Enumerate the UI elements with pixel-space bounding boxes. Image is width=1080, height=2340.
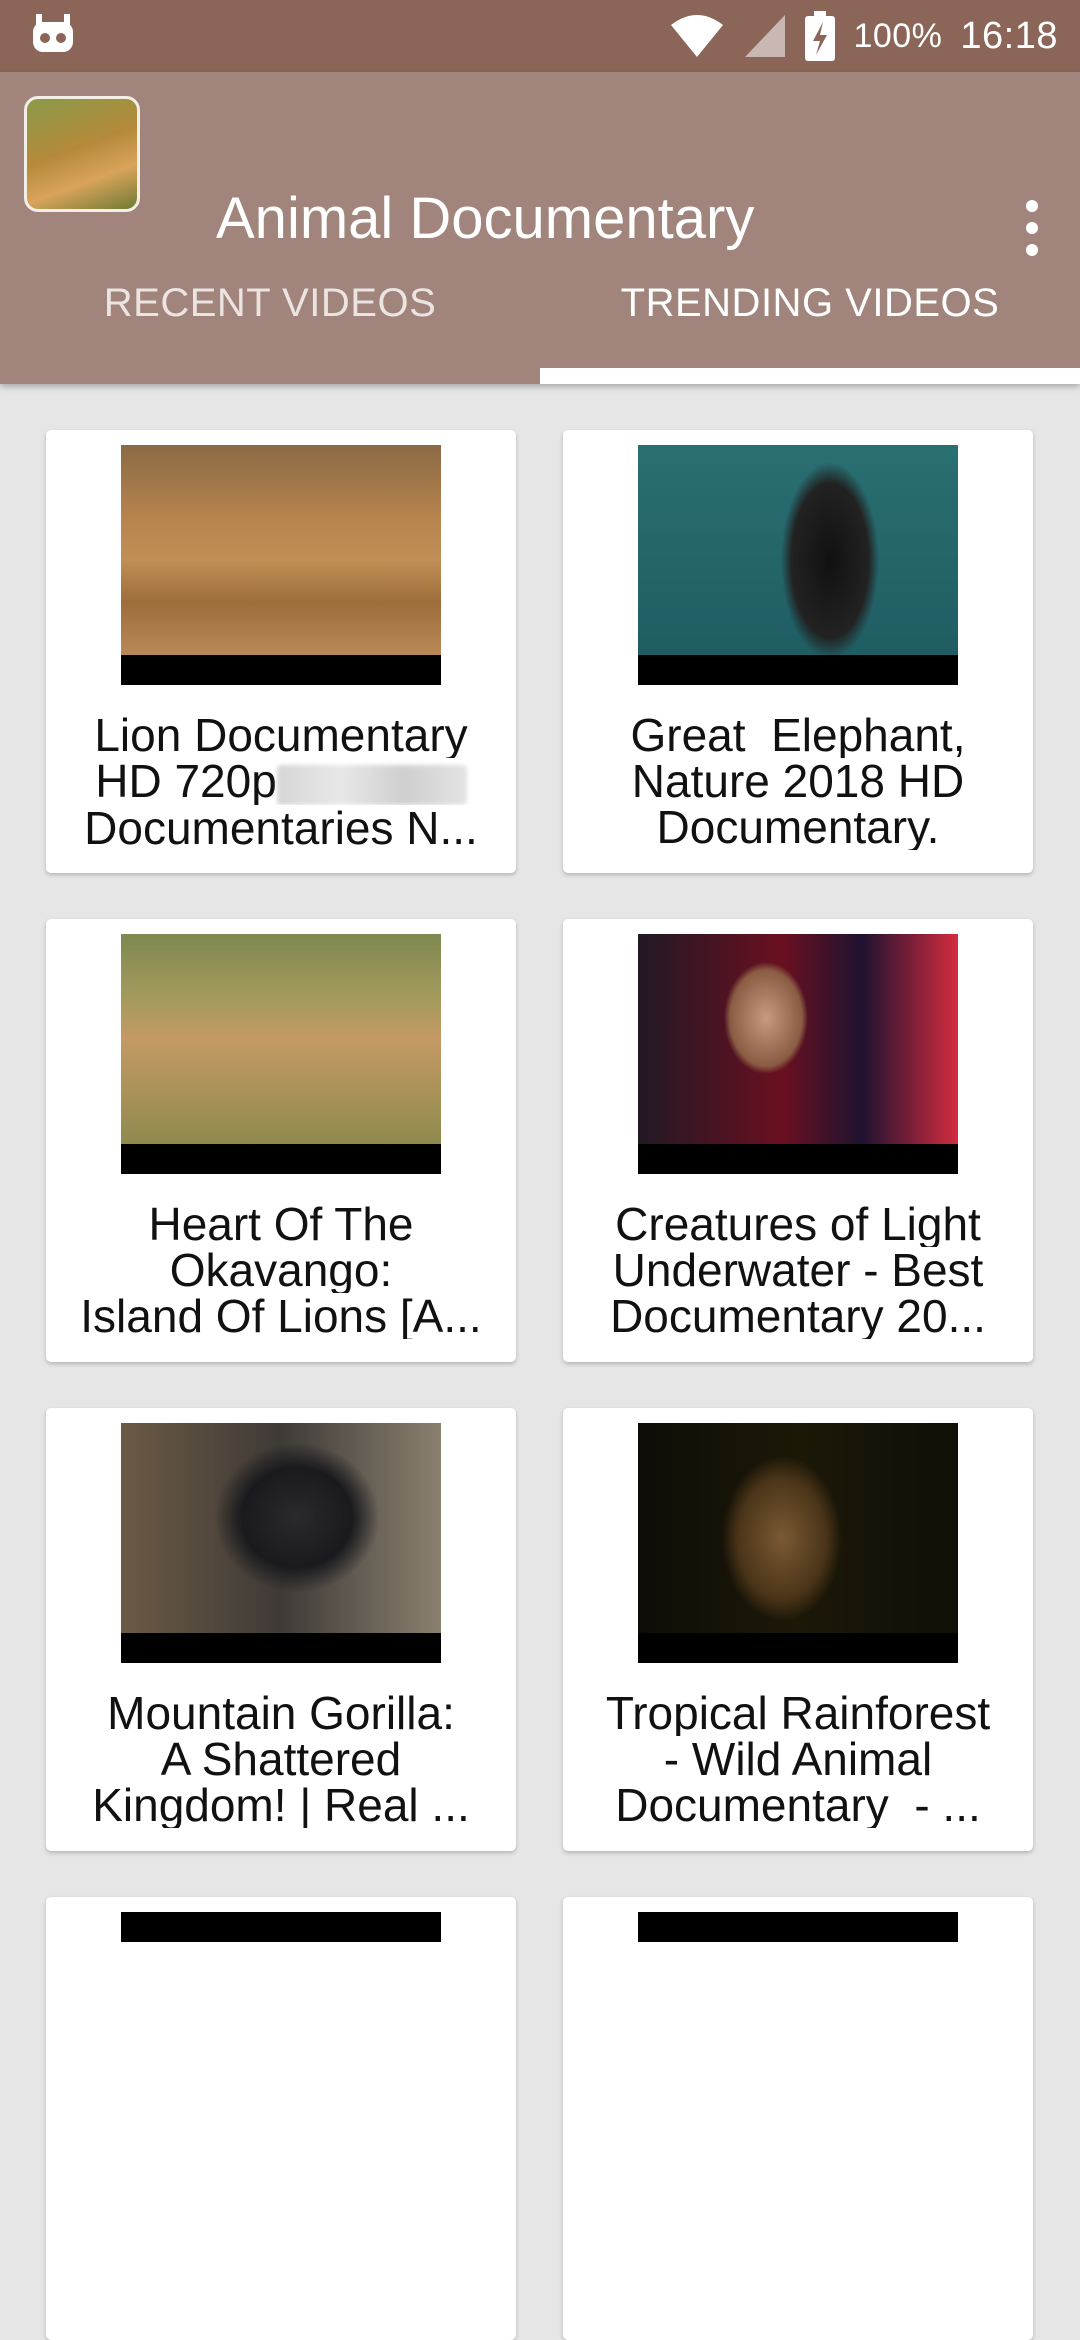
video-thumbnail [638, 445, 958, 685]
app-logo [24, 96, 140, 212]
tab-label: RECENT VIDEOS [103, 280, 437, 325]
video-title: Lion Documentary HD 720p Documentaries N… [84, 712, 478, 851]
video-grid: Lion Documentary HD 720p Documentaries N… [0, 384, 1080, 2340]
video-card[interactable]: Lion Documentary HD 720p Documentaries N… [46, 430, 516, 873]
wifi-icon [671, 15, 724, 57]
video-title: Tropical Rainforest - Wild Animal Docume… [605, 1690, 991, 1828]
tab-indicator [540, 368, 1080, 384]
tab-label: TRENDING VIDEOS [620, 280, 1000, 325]
video-title: Heart Of The Okavango: Island Of Lions [… [80, 1201, 482, 1339]
video-card[interactable]: Tropical Rainforest - Wild Animal Docume… [563, 1408, 1033, 1851]
tab-bar: RECENT VIDEOS TRENDING VIDEOS [0, 240, 1080, 384]
tab-recent-videos[interactable]: RECENT VIDEOS [0, 240, 540, 384]
video-thumbnail [121, 934, 441, 1174]
video-title: Mountain Gorilla: A Shattered Kingdom! |… [92, 1690, 470, 1828]
video-title: Creatures of Light Underwater - Best Doc… [610, 1201, 986, 1339]
video-thumbnail [121, 1423, 441, 1663]
signal-icon [745, 15, 786, 57]
video-thumbnail [638, 1912, 958, 1942]
blurred-text [276, 764, 467, 805]
battery-percent: 100% [853, 16, 943, 55]
video-card-partial[interactable] [563, 1897, 1033, 2340]
video-card[interactable]: Mountain Gorilla: A Shattered Kingdom! |… [46, 1408, 516, 1851]
video-card-partial[interactable] [46, 1897, 516, 2340]
app-notification-icon [33, 14, 73, 52]
video-card[interactable]: Great Elephant, Nature 2018 HD Documenta… [563, 430, 1033, 873]
video-thumbnail [121, 445, 441, 685]
video-thumbnail [638, 934, 958, 1174]
tab-trending-videos[interactable]: TRENDING VIDEOS [540, 240, 1080, 384]
video-card[interactable]: Creatures of Light Underwater - Best Doc… [563, 919, 1033, 1362]
battery-charging-icon [805, 11, 836, 61]
status-bar: 100% 16:18 [0, 0, 1080, 72]
video-thumbnail [121, 1912, 441, 1942]
video-title: Great Elephant, Nature 2018 HD Documenta… [630, 712, 966, 850]
clock: 16:18 [960, 14, 1058, 57]
video-card[interactable]: Heart Of The Okavango: Island Of Lions [… [46, 919, 516, 1362]
video-thumbnail [638, 1423, 958, 1663]
